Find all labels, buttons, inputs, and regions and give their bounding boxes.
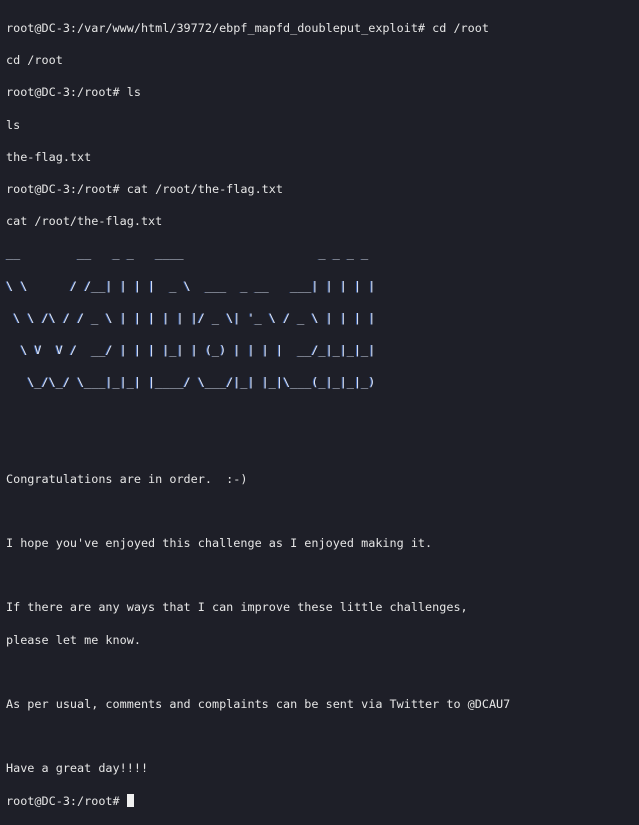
ascii-art-line: \_/\_/ \___|_|_| |____/ \___/|_| |_|\___… [6,375,376,390]
terminal-line: If there are any ways that I can improve… [6,600,468,615]
terminal-line: root@DC-3:/var/www/html/39772/ebpf_mapfd… [6,21,489,36]
terminal-line: root@DC-3:/root# cat /root/the-flag.txt [6,182,283,197]
terminal-output[interactable]: root@DC-3:/var/www/html/39772/ebpf_mapfd… [6,4,510,825]
terminal-line: cd /root [6,53,63,68]
terminal-line: the-flag.txt [6,149,92,164]
terminal-line: I hope you've enjoyed this challenge as … [6,536,433,551]
ascii-art-line [6,406,510,422]
shell-prompt: root@DC-3:/root# [6,793,127,808]
terminal-line: ls [6,117,21,132]
terminal-line: Congratulations are in order. :-) [6,471,248,486]
ascii-art-line: \ V V / __/ | | | |_| | (_) | | | | __/_… [6,342,376,357]
terminal-line: Have a great day!!!! [6,761,149,776]
terminal-line: root@DC-3:/root# ls [6,85,141,100]
ascii-art-line: \ \ / /__| | | | _ \ ___ _ __ ___| | | |… [6,278,376,293]
text-cursor [126,793,134,807]
ascii-art-line: \ \ /\ / / _ \ | | | | | |/ _ \| '_ \ / … [6,310,376,325]
prompt-line[interactable]: root@DC-3:/root# [6,793,510,809]
terminal-line: please let me know. [6,632,141,647]
terminal-line: As per usual, comments and complaints ca… [6,697,511,712]
terminal-line: cat /root/the-flag.txt [6,214,163,229]
ascii-art-line: __ __ _ _ ____ _ _ _ _ [6,246,376,261]
